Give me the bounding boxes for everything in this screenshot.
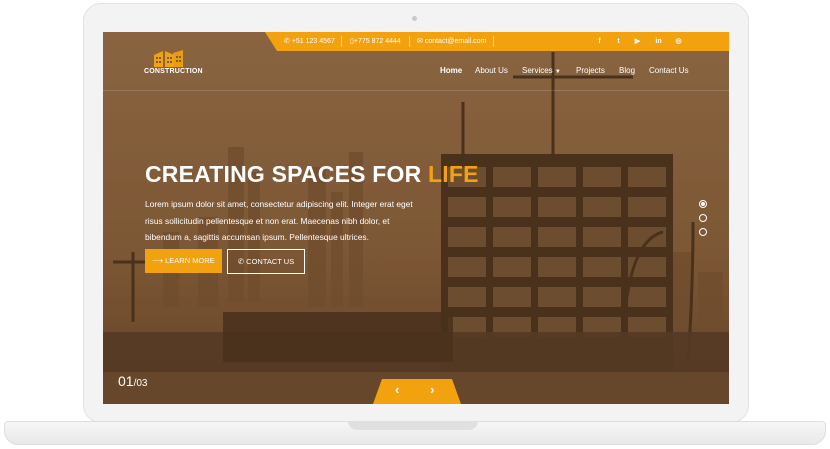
chevron-right-icon[interactable]: › bbox=[430, 382, 434, 397]
slide-total: /03 bbox=[133, 378, 148, 389]
linkedin-icon[interactable]: in bbox=[652, 35, 665, 48]
nav-services[interactable]: Services ▼ bbox=[522, 66, 561, 75]
email-link[interactable]: ✉ contact@email.com bbox=[417, 32, 486, 51]
phone-primary[interactable]: ✆ +51 123 4567 bbox=[284, 32, 335, 51]
hero-title: CREATING SPACES FOR LIFE bbox=[145, 161, 479, 188]
instagram-icon[interactable]: ◎ bbox=[672, 35, 685, 48]
topbar-separator bbox=[341, 36, 342, 47]
facebook-icon[interactable]: f bbox=[593, 35, 606, 48]
learn-more-button[interactable]: ⟶ LEARN MORE bbox=[145, 249, 222, 273]
youtube-icon[interactable]: ▶ bbox=[631, 35, 644, 48]
slider-dot-1[interactable] bbox=[699, 200, 707, 208]
laptop-notch bbox=[348, 421, 478, 430]
topbar-separator bbox=[493, 36, 494, 47]
hero-title-highlight: LIFE bbox=[428, 161, 479, 187]
phone-secondary[interactable]: ▯+775 872 4444 bbox=[350, 32, 401, 51]
slider-arrows: ‹ › bbox=[373, 379, 461, 404]
slide-counter: 01/03 bbox=[118, 373, 147, 391]
laptop-screen: ✆ +51 123 4567 ▯+775 872 4444 ✉ contact@… bbox=[103, 32, 729, 404]
topbar-separator bbox=[409, 36, 410, 47]
slide-current: 01 bbox=[118, 373, 134, 389]
header-divider bbox=[103, 90, 729, 91]
nav-about[interactable]: About Us bbox=[475, 66, 508, 75]
nav-blog[interactable]: Blog bbox=[619, 66, 635, 75]
hero-title-main: CREATING SPACES FOR bbox=[145, 161, 428, 187]
twitter-icon[interactable]: t bbox=[612, 35, 625, 48]
webcam-icon bbox=[412, 16, 417, 21]
envelope-icon: ✉ bbox=[417, 38, 423, 45]
hero-description: Lorem ipsum dolor sit amet, consectetur … bbox=[145, 199, 413, 242]
nav-projects[interactable]: Projects bbox=[576, 66, 605, 75]
chevron-left-icon[interactable]: ‹ bbox=[395, 382, 399, 397]
nav-home[interactable]: Home bbox=[440, 66, 462, 75]
chevron-down-icon: ▼ bbox=[554, 69, 561, 75]
nav-services-label: Services bbox=[522, 66, 553, 75]
phone-icon: ✆ bbox=[284, 38, 290, 45]
slider-dot-3[interactable] bbox=[699, 228, 707, 236]
brand-name[interactable]: CONSTRUCTION bbox=[144, 68, 203, 75]
nav-contact[interactable]: Contact Us bbox=[649, 66, 689, 75]
contact-us-button[interactable]: ✆ CONTACT US bbox=[227, 249, 305, 274]
slider-dot-2[interactable] bbox=[699, 214, 707, 222]
